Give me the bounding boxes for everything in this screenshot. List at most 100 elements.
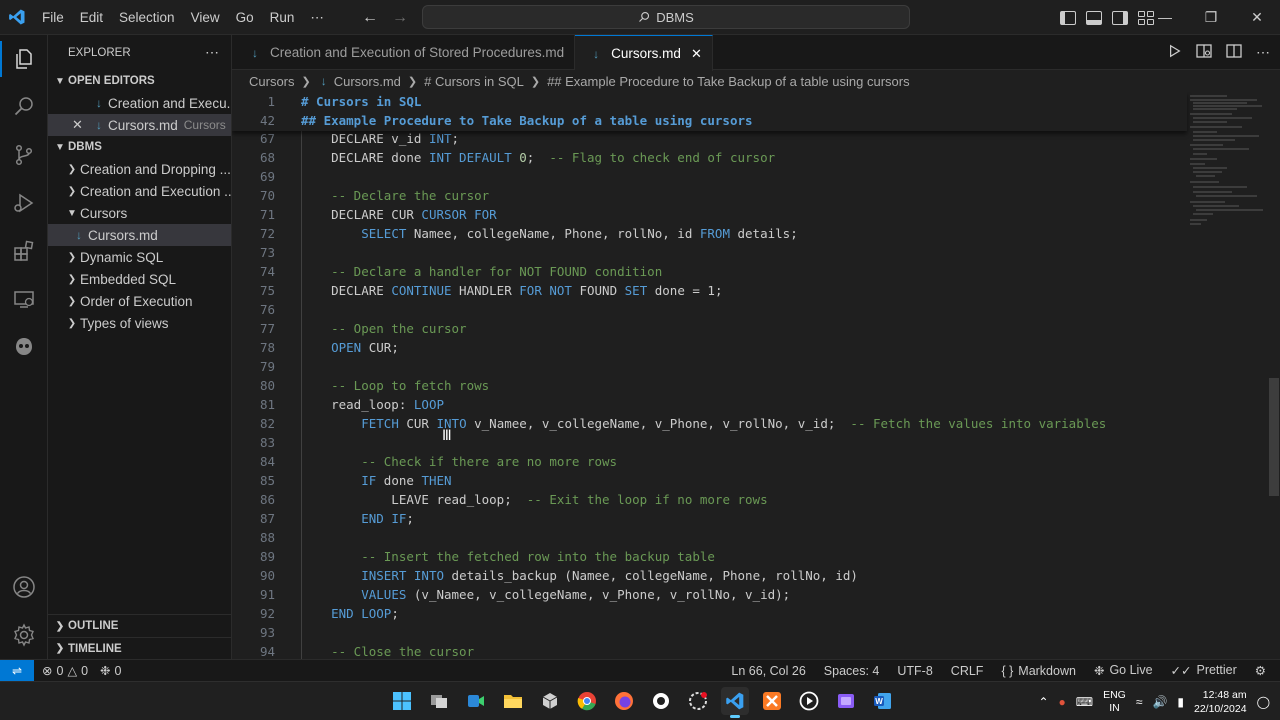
prettier-button[interactable]: ✓✓ Prettier bbox=[1171, 663, 1237, 678]
settings-gear-icon[interactable] bbox=[0, 611, 48, 659]
forward-arrow-icon[interactable]: → bbox=[392, 9, 408, 27]
scrollbar-thumb[interactable] bbox=[1269, 378, 1279, 496]
end-of-line[interactable]: CRLF bbox=[951, 664, 984, 678]
open-editor-item[interactable]: ✕ ↓ Cursors.md Cursors bbox=[48, 114, 231, 136]
word-icon[interactable]: W bbox=[869, 687, 897, 715]
minimap[interactable] bbox=[1187, 92, 1267, 659]
open-preview-icon[interactable] bbox=[1196, 44, 1212, 61]
run-and-debug-icon[interactable] bbox=[0, 179, 48, 227]
tree-folder[interactable]: ▼ Cursors bbox=[48, 202, 231, 224]
xampp-icon[interactable] bbox=[758, 687, 786, 715]
breadcrumb-file[interactable]: Cursors.md bbox=[334, 74, 401, 89]
code-line[interactable]: 87 END IF; bbox=[232, 509, 1192, 528]
code-line[interactable]: 91 VALUES (v_Namee, v_collegeName, v_Pho… bbox=[232, 585, 1192, 604]
screen-recorder-icon[interactable] bbox=[684, 687, 712, 715]
extensions-icon[interactable] bbox=[0, 227, 48, 275]
source-control-icon[interactable] bbox=[0, 131, 48, 179]
code-line[interactable]: 77 -- Open the cursor bbox=[232, 319, 1192, 338]
search-icon[interactable] bbox=[0, 83, 48, 131]
code-line[interactable]: 83 bbox=[232, 433, 1192, 452]
code-line[interactable]: 84 -- Check if there are no more rows bbox=[232, 452, 1192, 471]
code-line[interactable]: 70 -- Declare the cursor bbox=[232, 186, 1192, 205]
sticky-line[interactable]: 1 # Cursors in SQL bbox=[232, 92, 1192, 111]
menu-edit[interactable]: Edit bbox=[72, 0, 111, 35]
show-hidden-icons-icon[interactable]: ⌃ bbox=[1038, 695, 1048, 709]
more-actions-icon[interactable]: ⋯ bbox=[1256, 44, 1270, 61]
menu-go[interactable]: Go bbox=[228, 0, 262, 35]
firefox-icon[interactable] bbox=[610, 687, 638, 715]
restore-icon[interactable]: ❐ bbox=[1188, 0, 1234, 35]
tree-file[interactable]: ↓ Cursors.md bbox=[48, 224, 231, 246]
code-line[interactable]: 67 DECLARE v_id INT; bbox=[232, 129, 1192, 148]
cursor-position[interactable]: Ln 66, Col 26 bbox=[731, 664, 805, 678]
code-line[interactable]: 80 -- Loop to fetch rows bbox=[232, 376, 1192, 395]
open-editor-item[interactable]: ↓ Creation and Execu... bbox=[48, 92, 231, 114]
code-line[interactable]: 81 read_loop: LOOP bbox=[232, 395, 1192, 414]
code-line[interactable]: 88 bbox=[232, 528, 1192, 547]
back-arrow-icon[interactable]: ← bbox=[362, 9, 378, 27]
windows-start-icon[interactable] bbox=[388, 687, 416, 715]
encoding[interactable]: UTF-8 bbox=[897, 664, 932, 678]
command-center-search[interactable]: DBMS bbox=[422, 5, 910, 29]
close-editor-icon[interactable]: ✕ bbox=[72, 117, 90, 133]
microphone-icon[interactable]: ● bbox=[1059, 695, 1066, 709]
tree-folder[interactable]: ❯ Creation and Dropping ... bbox=[48, 158, 231, 180]
keyboard-icon[interactable]: ⌨ bbox=[1076, 695, 1093, 709]
problems-indicator[interactable]: ⊗ 0 △ 0 bbox=[42, 663, 88, 679]
open-editors-section[interactable]: ▼ OPEN EDITORS bbox=[48, 70, 231, 92]
go-live-button[interactable]: ❉ Go Live bbox=[1094, 663, 1153, 678]
code-line[interactable]: 92 END LOOP; bbox=[232, 604, 1192, 623]
sticky-line[interactable]: 42 ## Example Procedure to Take Backup o… bbox=[232, 111, 1192, 130]
app-dial-icon[interactable] bbox=[647, 687, 675, 715]
chrome-icon[interactable] bbox=[573, 687, 601, 715]
code-line[interactable]: 94 -- Close the cursor bbox=[232, 642, 1192, 659]
code-line[interactable]: 82 FETCH CUR INTO v_Namee, v_collegeName… bbox=[232, 414, 1192, 433]
timeline-section[interactable]: ❯ TIMELINE bbox=[48, 637, 232, 659]
code-line[interactable]: 74 -- Declare a handler for NOT FOUND co… bbox=[232, 262, 1192, 281]
menu-file[interactable]: File bbox=[34, 0, 72, 35]
accounts-icon[interactable] bbox=[0, 563, 48, 611]
media-player-icon[interactable] bbox=[795, 687, 823, 715]
code-editor[interactable]: 1 # Cursors in SQL 42 ## Example Procedu… bbox=[232, 92, 1280, 659]
language-indicator[interactable]: ENG IN bbox=[1103, 689, 1126, 715]
tree-folder[interactable]: ❯ Embedded SQL bbox=[48, 268, 231, 290]
menu-view[interactable]: View bbox=[183, 0, 228, 35]
toggle-primary-sidebar-icon[interactable] bbox=[1060, 10, 1076, 25]
close-tab-icon[interactable]: ✕ bbox=[691, 46, 702, 62]
clock[interactable]: 12:48 am 22/10/2024 bbox=[1194, 688, 1247, 716]
indentation[interactable]: Spaces: 4 bbox=[824, 664, 880, 678]
file-explorer-icon[interactable] bbox=[499, 687, 527, 715]
notification-bell-icon[interactable]: ◯ bbox=[1257, 695, 1270, 709]
breadcrumb-folder[interactable]: Cursors bbox=[249, 74, 295, 89]
remote-indicator-icon[interactable]: ⇌ bbox=[0, 659, 34, 682]
code-line[interactable]: 89 -- Insert the fetched row into the ba… bbox=[232, 547, 1192, 566]
outline-section[interactable]: ❯ OUTLINE bbox=[48, 615, 232, 637]
remote-explorer-icon[interactable] bbox=[0, 275, 48, 323]
code-line[interactable]: 86 LEAVE read_loop; -- Exit the loop if … bbox=[232, 490, 1192, 509]
ports-indicator[interactable]: ❉ 0 bbox=[100, 663, 121, 679]
notifications-bell-icon[interactable]: ⚙ bbox=[1255, 663, 1266, 678]
code-line[interactable]: 72 SELECT Namee, collegeName, Phone, rol… bbox=[232, 224, 1192, 243]
tab-cursors[interactable]: ↓ Cursors.md ✕ bbox=[575, 35, 713, 71]
code-line[interactable]: 71 DECLARE CUR CURSOR FOR bbox=[232, 205, 1192, 224]
wifi-icon[interactable]: ≈ bbox=[1136, 695, 1143, 709]
tab-stored-procedures[interactable]: ↓ Creation and Execution of Stored Proce… bbox=[232, 35, 576, 70]
vertical-scrollbar[interactable] bbox=[1266, 92, 1280, 659]
code-line[interactable]: 78 OPEN CUR; bbox=[232, 338, 1192, 357]
meet-icon[interactable] bbox=[462, 687, 490, 715]
breadcrumb-heading[interactable]: # Cursors in SQL bbox=[424, 74, 524, 89]
menu-selection[interactable]: Selection bbox=[111, 0, 183, 35]
task-view-icon[interactable] bbox=[425, 687, 453, 715]
code-line[interactable]: 79 bbox=[232, 357, 1192, 376]
close-window-icon[interactable]: ✕ bbox=[1234, 0, 1280, 35]
breadcrumb-subheading[interactable]: ## Example Procedure to Take Backup of a… bbox=[547, 74, 910, 89]
toggle-panel-icon[interactable] bbox=[1086, 10, 1102, 25]
menu-more[interactable]: ⋯ bbox=[302, 0, 332, 35]
toggle-secondary-sidebar-icon[interactable] bbox=[1112, 10, 1128, 25]
tree-folder[interactable]: ❯ Order of Execution bbox=[48, 290, 231, 312]
workspace-section[interactable]: ▼ DBMS bbox=[48, 136, 231, 158]
split-editor-icon[interactable] bbox=[1226, 44, 1242, 61]
code-line[interactable]: 68 DECLARE done INT DEFAULT 0; -- Flag t… bbox=[232, 148, 1192, 167]
app-cube-icon[interactable] bbox=[536, 687, 564, 715]
code-line[interactable]: 93 bbox=[232, 623, 1192, 642]
